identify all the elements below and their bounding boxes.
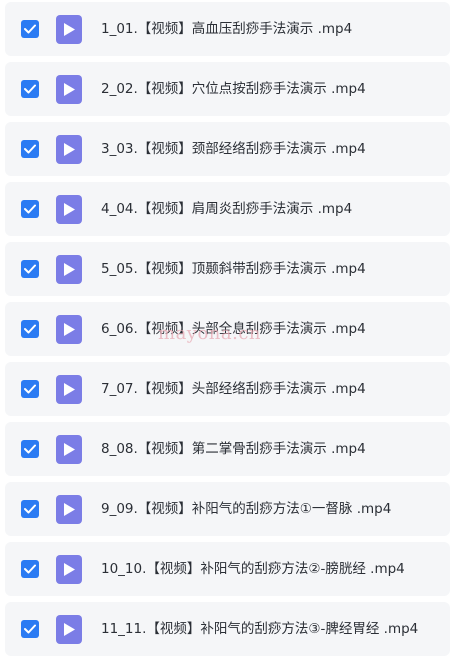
file-row[interactable]: 11_11.【视频】补阳气的刮痧方法③-脾经胃经 .mp4: [5, 602, 450, 656]
file-row[interactable]: 6_06.【视频】头部全息刮痧手法演示 .mp4: [5, 302, 450, 356]
file-row[interactable]: 9_09.【视频】补阳气的刮痧方法①一督脉 .mp4: [5, 482, 450, 536]
checkbox-checked-icon[interactable]: [21, 380, 39, 398]
checkbox-checked-icon[interactable]: [21, 20, 39, 38]
checkbox-checked-icon[interactable]: [21, 140, 39, 158]
file-row[interactable]: 5_05.【视频】顶颞斜带刮痧手法演示 .mp4: [5, 242, 450, 296]
video-file-icon: [56, 255, 82, 284]
file-row[interactable]: 3_03.【视频】颈部经络刮痧手法演示 .mp4: [5, 122, 450, 176]
checkbox-checked-icon[interactable]: [21, 200, 39, 218]
video-file-icon: [56, 75, 82, 104]
video-file-icon: [56, 555, 82, 584]
video-file-icon: [56, 495, 82, 524]
checkbox-checked-icon[interactable]: [21, 440, 39, 458]
video-file-icon: [56, 195, 82, 224]
video-file-icon: [56, 15, 82, 44]
file-name: 2_02.【视频】穴位点按刮痧手法演示 .mp4: [101, 81, 366, 97]
file-name: 3_03.【视频】颈部经络刮痧手法演示 .mp4: [101, 141, 366, 157]
checkbox-checked-icon[interactable]: [21, 320, 39, 338]
file-row[interactable]: 10_10.【视频】补阳气的刮痧方法②-膀胱经 .mp4: [5, 542, 450, 596]
video-file-icon: [56, 375, 82, 404]
file-name: 1_01.【视频】高血压刮痧手法演示 .mp4: [101, 21, 353, 37]
file-row[interactable]: 2_02.【视频】穴位点按刮痧手法演示 .mp4: [5, 62, 450, 116]
file-name: 11_11.【视频】补阳气的刮痧方法③-脾经胃经 .mp4: [101, 621, 419, 637]
video-file-icon: [56, 615, 82, 644]
checkbox-checked-icon[interactable]: [21, 260, 39, 278]
video-file-icon: [56, 315, 82, 344]
file-name: 10_10.【视频】补阳气的刮痧方法②-膀胱经 .mp4: [101, 561, 405, 577]
checkbox-checked-icon[interactable]: [21, 620, 39, 638]
file-row[interactable]: 8_08.【视频】第二掌骨刮痧手法演示 .mp4: [5, 422, 450, 476]
checkbox-checked-icon[interactable]: [21, 500, 39, 518]
file-name: 6_06.【视频】头部全息刮痧手法演示 .mp4: [101, 321, 366, 337]
file-row[interactable]: 1_01.【视频】高血压刮痧手法演示 .mp4: [5, 2, 450, 56]
file-name: 7_07.【视频】头部经络刮痧手法演示 .mp4: [101, 381, 366, 397]
file-name: 4_04.【视频】肩周炎刮痧手法演示 .mp4: [101, 201, 353, 217]
file-row[interactable]: 4_04.【视频】肩周炎刮痧手法演示 .mp4: [5, 182, 450, 236]
video-file-icon: [56, 435, 82, 464]
file-name: 8_08.【视频】第二掌骨刮痧手法演示 .mp4: [101, 441, 366, 457]
checkbox-checked-icon[interactable]: [21, 560, 39, 578]
checkbox-checked-icon[interactable]: [21, 80, 39, 98]
file-name: 5_05.【视频】顶颞斜带刮痧手法演示 .mp4: [101, 261, 366, 277]
video-file-icon: [56, 135, 82, 164]
file-list: 1_01.【视频】高血压刮痧手法演示 .mp4 2_02.【视频】穴位点按刮痧手…: [0, 0, 450, 670]
file-row[interactable]: 7_07.【视频】头部经络刮痧手法演示 .mp4: [5, 362, 450, 416]
file-name: 9_09.【视频】补阳气的刮痧方法①一督脉 .mp4: [101, 501, 392, 517]
